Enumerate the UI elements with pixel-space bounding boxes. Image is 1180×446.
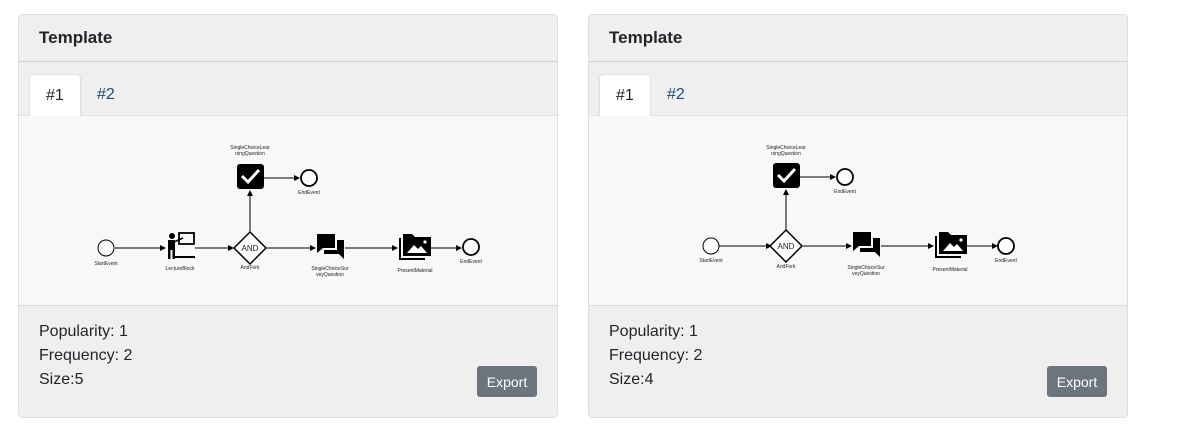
and-gateway-text: AND — [778, 242, 795, 251]
lecture-block-icon — [168, 232, 195, 259]
template-card-1: Template #1 #2 StartEvent LectureBlock A… — [18, 14, 558, 418]
tab-strip: #1 #2 — [589, 62, 1127, 117]
end-event-icon — [462, 238, 480, 256]
card-title: Template — [39, 28, 113, 47]
card-footer: Popularity: 1 Frequency: 2 Size:5 Export — [19, 306, 557, 417]
size-stat: Size:4 — [609, 371, 654, 388]
popularity-stat: Popularity: 1 — [609, 323, 698, 340]
and-fork-label: AndFork — [777, 264, 796, 270]
export-button[interactable]: Export — [1047, 366, 1107, 397]
and-gateway-text: AND — [242, 244, 259, 253]
end-event-top-icon — [300, 169, 318, 187]
tab-1[interactable]: #1 — [599, 74, 651, 117]
tab-strip: #1 #2 — [19, 62, 557, 117]
and-fork-label: AndFork — [241, 265, 260, 271]
end-event-label: EndEvent — [995, 258, 1017, 264]
checkbox-icon — [237, 164, 264, 189]
process-diagram: StartEvent AND AndFork SingleChoiceLear … — [589, 116, 1127, 306]
image-folder-icon — [399, 234, 431, 260]
image-folder-icon — [935, 232, 967, 258]
process-diagram: StartEvent LectureBlock AND AndFork Sing… — [19, 116, 557, 306]
template-card-2: Template #1 #2 StartEvent AND AndFork Si… — [588, 14, 1128, 418]
end-event-top-icon — [836, 168, 854, 186]
bpmn-diagram: StartEvent LectureBlock AND AndFork Sing… — [94, 145, 482, 278]
end-event-top-label: EndEvent — [834, 189, 856, 195]
tab-1[interactable]: #1 — [29, 74, 81, 117]
start-event-label: StartEvent — [699, 258, 723, 264]
start-event-label: StartEvent — [94, 261, 118, 267]
start-event-icon — [702, 237, 720, 255]
bpmn-diagram: StartEvent AND AndFork SingleChoiceLear … — [699, 145, 1017, 277]
end-event-icon — [997, 237, 1015, 255]
size-stat: Size:5 — [39, 371, 84, 388]
end-event-label: EndEvent — [460, 259, 482, 265]
start-event-icon — [97, 239, 115, 257]
export-button[interactable]: Export — [477, 366, 537, 397]
popularity-stat: Popularity: 1 — [39, 323, 128, 340]
tab-2[interactable]: #2 — [81, 74, 131, 116]
frequency-stat: Frequency: 2 — [39, 347, 133, 364]
tab-2[interactable]: #2 — [651, 74, 701, 116]
chat-bubbles-icon — [317, 234, 344, 259]
card-header: Template — [589, 15, 1127, 62]
learning-question-label-line2: ningQuestion — [235, 151, 265, 157]
present-material-label: PresentMaterial — [397, 268, 432, 274]
chat-bubbles-icon — [853, 232, 880, 257]
end-event-top-label: EndEvent — [298, 190, 320, 196]
survey-question-label-line2: veyQuestion — [316, 272, 344, 278]
frequency-stat: Frequency: 2 — [609, 347, 703, 364]
present-material-label: PresentMaterial — [932, 267, 967, 273]
lecture-block-label: LectureBlock — [166, 266, 195, 272]
card-header: Template — [19, 15, 557, 62]
card-title: Template — [609, 28, 683, 47]
survey-question-label-line2: veyQuestion — [852, 271, 880, 277]
learning-question-label-line2: ningQuestion — [771, 151, 801, 157]
checkbox-icon — [773, 163, 800, 188]
card-footer: Popularity: 1 Frequency: 2 Size:4 Export — [589, 306, 1127, 417]
